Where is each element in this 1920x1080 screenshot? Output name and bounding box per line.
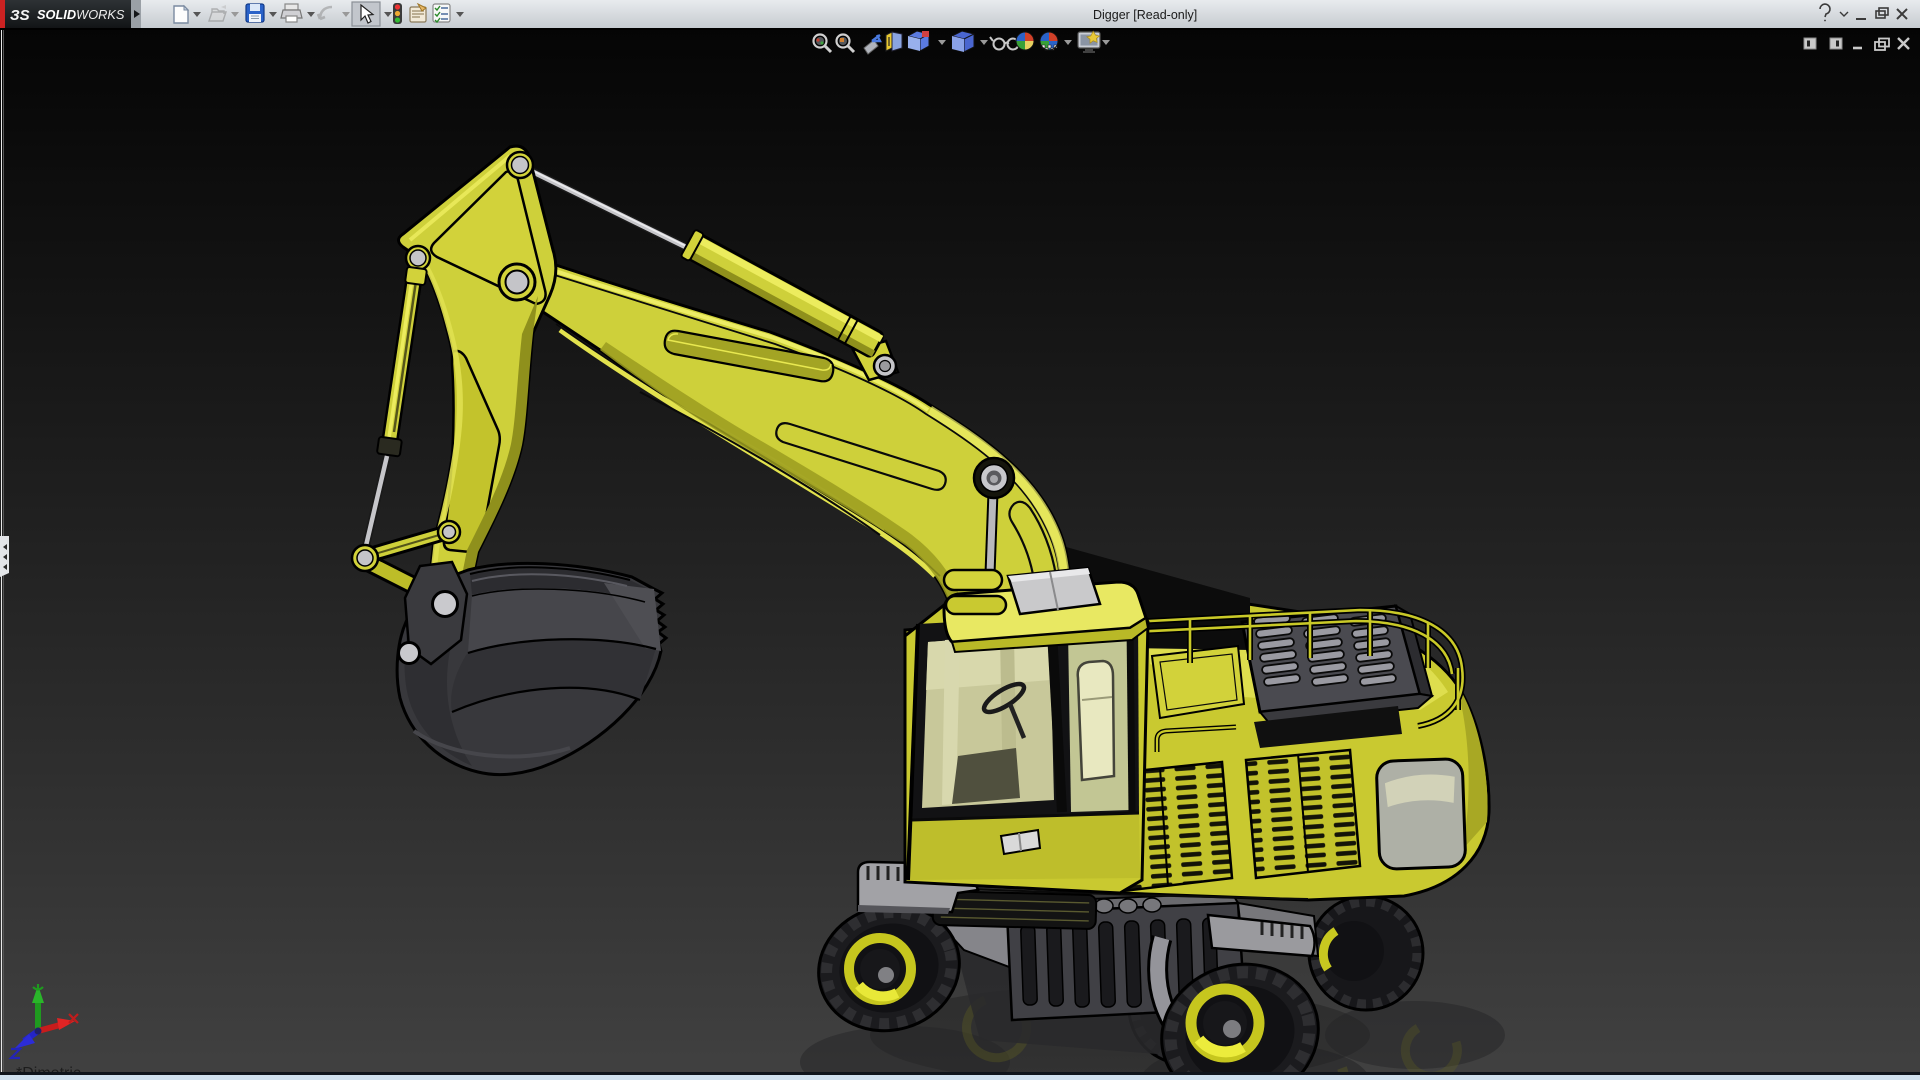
svg-text:ЗS: ЗS [10, 7, 30, 24]
svg-text:Digger [Read-only]: Digger [Read-only] [1093, 8, 1197, 22]
svg-text:SOLIDWORKS: SOLIDWORKS [37, 7, 125, 22]
